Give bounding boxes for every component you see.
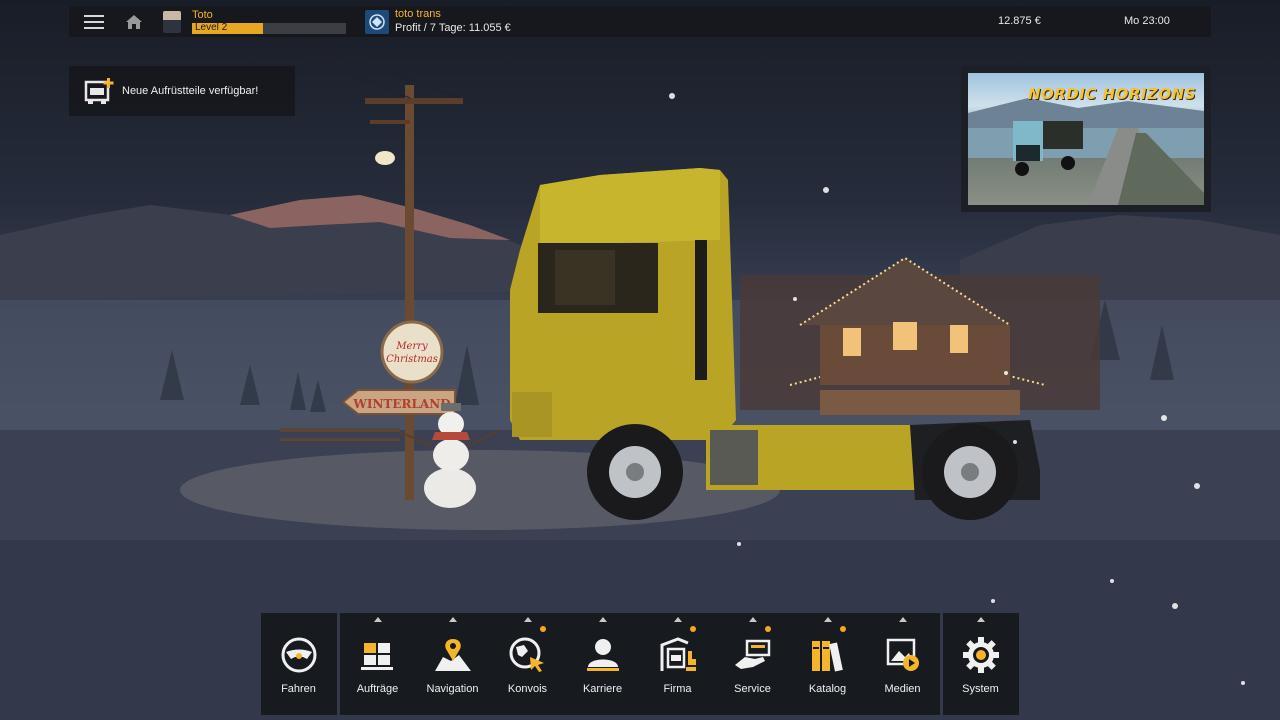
dock-karriere[interactable]: Karriere (565, 613, 640, 715)
christmas-sign-line2: Christmas (386, 354, 438, 365)
dock-main-group: Aufträge Navigation Konvois Karriere Fir… (340, 613, 940, 715)
money-balance: 12.875 € (998, 15, 1041, 27)
expand-caret-icon (748, 617, 757, 622)
dock-konvois[interactable]: Konvois (490, 613, 565, 715)
company-name: toto trans (395, 8, 441, 20)
level-progress-bar: Level 2 (192, 22, 346, 34)
player-info[interactable]: Toto Level 2 (192, 9, 346, 34)
upgrade-notification[interactable]: Neue Aufrüstteile verfügbar! (69, 66, 295, 116)
steering-wheel-icon (279, 635, 319, 675)
winterland-sign: WINTERLAND (352, 397, 450, 411)
dlc-promo-panel[interactable]: NORDIC HORIZONS (961, 66, 1211, 212)
dock-label: Konvois (507, 683, 548, 695)
company-profit: Profit / 7 Tage: 11.055 € (395, 22, 511, 34)
dock-drive-group: Fahren (261, 613, 337, 715)
new-content-dot (690, 626, 696, 632)
books-icon (808, 635, 848, 675)
dock-label: Fahren (281, 683, 316, 695)
company-logo[interactable] (365, 9, 389, 34)
company-info[interactable]: toto trans Profit / 7 Tage: 11.055 € (395, 8, 511, 35)
dock-label: System (962, 683, 999, 695)
home-button[interactable] (119, 6, 149, 37)
expand-caret-icon (448, 617, 457, 622)
map-pin-icon (433, 635, 473, 675)
garage-truck-icon (658, 635, 698, 675)
media-gallery-icon (883, 635, 923, 675)
cargo-pallet-icon (358, 635, 398, 675)
new-content-dot (840, 626, 846, 632)
player-avatar[interactable] (163, 10, 181, 33)
notification-text: Neue Aufrüstteile verfügbar! (122, 85, 259, 97)
player-name: Toto (192, 9, 213, 21)
expand-caret-icon (598, 617, 607, 622)
company-emblem-icon (369, 13, 385, 30)
expand-caret-icon (523, 617, 532, 622)
promo-image: NORDIC HORIZONS (968, 73, 1204, 205)
dock-medien[interactable]: Medien (865, 613, 940, 715)
dock-system-group: System (943, 613, 1019, 715)
expand-caret-icon (673, 617, 682, 622)
expand-caret-icon (898, 617, 907, 622)
top-status-bar: Toto Level 2 toto trans Profit / 7 Tage:… (69, 6, 1211, 37)
dock-service[interactable]: Service (715, 613, 790, 715)
expand-caret-icon (976, 617, 985, 622)
dock-system[interactable]: System (943, 613, 1018, 715)
menu-button[interactable] (69, 6, 119, 37)
globe-cursor-icon (508, 635, 548, 675)
christmas-sign-line1: Merry (395, 341, 428, 352)
dock-navigation[interactable]: Navigation (415, 613, 490, 715)
person-icon (583, 635, 623, 675)
truck-upgrade-icon (77, 66, 121, 116)
dock-label: Katalog (808, 683, 847, 695)
dock-label: Medien (884, 683, 921, 695)
dock-auftraege[interactable]: Aufträge (340, 613, 415, 715)
new-content-dot (540, 626, 546, 632)
dock-label: Service (734, 683, 771, 695)
expand-caret-icon (823, 617, 832, 622)
game-clock: Mo 23:00 (1124, 15, 1170, 27)
dock-fahren[interactable]: Fahren (261, 613, 336, 715)
gear-icon (961, 635, 1001, 675)
hamburger-icon (84, 14, 104, 29)
service-hand-icon (733, 635, 773, 675)
dock-label: Karriere (582, 683, 623, 695)
promo-title: NORDIC HORIZONS (1027, 85, 1196, 103)
home-icon (126, 14, 142, 29)
dock-firma[interactable]: Firma (640, 613, 715, 715)
level-label: Level 2 (195, 22, 228, 33)
dock-label: Aufträge (356, 683, 399, 695)
dock-katalog[interactable]: Katalog (790, 613, 865, 715)
dock-label: Navigation (426, 683, 479, 695)
new-content-dot (765, 626, 771, 632)
expand-caret-icon (373, 617, 382, 622)
dock-label: Firma (663, 683, 692, 695)
